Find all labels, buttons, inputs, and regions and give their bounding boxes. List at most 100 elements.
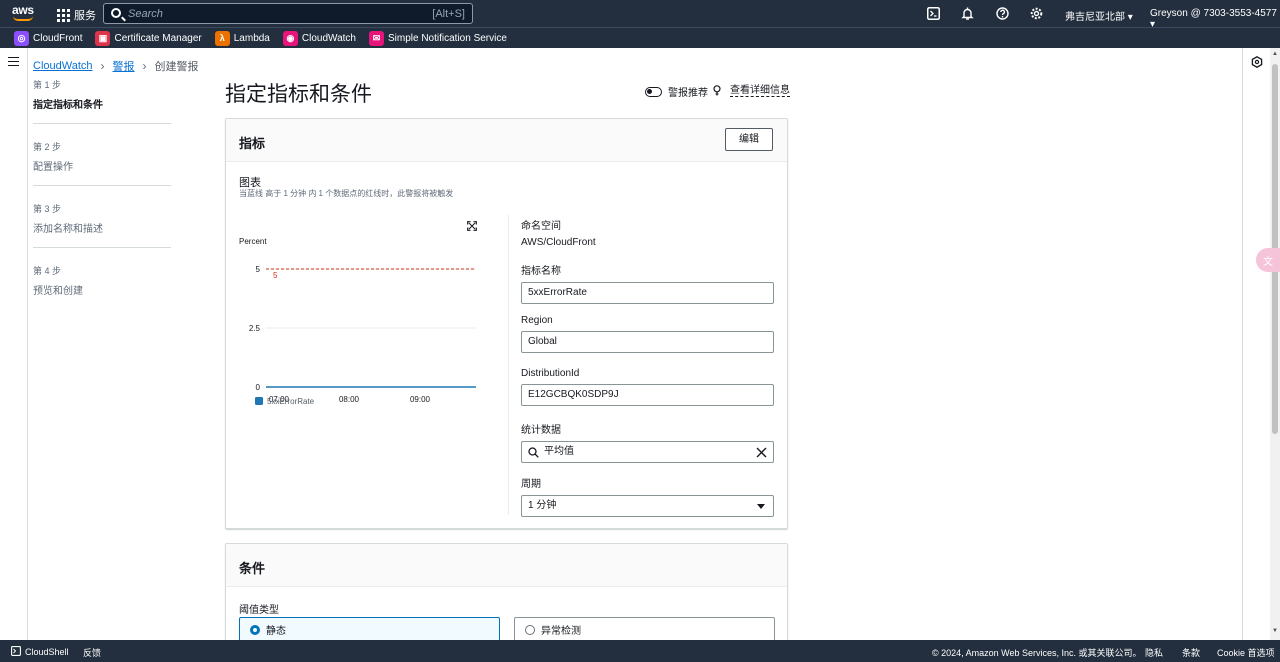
statistic-input[interactable]: 平均值 [521,441,774,463]
settings-gear-icon[interactable] [1029,6,1043,20]
breadcrumb-cloudwatch-link[interactable]: CloudWatch [33,60,93,72]
search-placeholder: Search [128,7,163,20]
alarm-recommendations-label: 警报推荐 [668,88,708,99]
y-tick-label: 2.5 [249,324,261,333]
info-panel-icon[interactable] [1251,56,1263,71]
metric-panel-title: 指标 [239,136,266,151]
cloudfront-icon: ◎ [14,30,29,46]
y-tick-label: 0 [256,383,261,392]
page-scrollbar[interactable]: ▲ ▼ [1270,48,1280,640]
conditions-panel-title: 条件 [239,561,266,576]
menu-hamburger-icon[interactable] [8,57,19,66]
services-menu-button[interactable]: 服务 [57,7,96,23]
sns-icon: ✉ [368,30,384,46]
metric-name-label: 指标名称 [521,266,561,277]
clear-icon[interactable] [756,446,767,466]
period-select[interactable]: 1 分钟 [521,495,774,517]
period-value: 1 分钟 [528,500,557,511]
feedback-link[interactable]: 反馈 [83,646,101,659]
distribution-id-input[interactable]: E12GCBQK0SDP9J [521,384,774,406]
terms-link[interactable]: 条款 [1182,646,1200,659]
cookie-preferences-link[interactable]: Cookie 首选项 [1217,646,1275,659]
right-rail [1242,48,1270,640]
conditions-panel-header: 条件 [226,544,787,587]
aws-smile-icon [13,16,33,21]
search-shortcut: [Alt+S] [432,8,465,20]
region-input[interactable]: Global [521,331,774,353]
services-label: 服务 [74,10,96,22]
search-icon [528,446,539,466]
wizard-step-2: 第 2 步 配置操作 [33,140,171,186]
x-tick-label: 09:00 [410,395,431,404]
radio-unselected-icon [525,624,535,635]
caret-down-icon [757,504,765,509]
chevron-right-icon: › [100,59,105,73]
region-field: Region Global [521,315,774,353]
anomaly-detection-radio[interactable]: 异常检测 [514,617,775,642]
favorite-label: CloudFront [33,32,83,44]
favorite-cloudwatch[interactable]: ◉ CloudWatch [282,30,356,46]
metric-chart: Percent 02.55 07:00 08:00 09:00 5 5xxError… [239,237,476,406]
namespace-value: AWS/CloudFront [521,237,596,248]
metric-panel-header: 指标 编辑 [226,119,787,162]
favorite-label: Simple Notification Service [387,32,507,44]
search-input[interactable]: Search [Alt+S] [103,3,473,24]
notifications-bell-icon[interactable] [960,6,974,20]
wizard-step-4: 第 4 步 预览和创建 [33,264,171,309]
legend-swatch [255,397,263,405]
namespace-field: 命名空间 AWS/CloudFront [521,217,774,248]
step-number: 第 2 步 [33,142,62,152]
lightbulb-icon [713,84,721,99]
aws-logo[interactable]: aws [12,4,36,22]
favorites-bar: ◎ CloudFront ▣ Certificate Manager λ Lam… [0,27,1280,48]
alarm-recommendations-toggle[interactable]: 警报推荐 [645,84,721,99]
region-selector[interactable]: 弗吉尼亚北部 ▾ [1065,8,1133,23]
panel-divider [508,215,509,515]
scroll-down-arrow-icon[interactable]: ▼ [1272,628,1278,634]
distribution-id-field: DistributionId E12GCBQK0SDP9J [521,368,774,406]
favorite-certificate-manager[interactable]: ▣ Certificate Manager [95,30,202,46]
cloudwatch-icon: ◉ [282,30,298,46]
chevron-right-icon: › [142,59,147,73]
step-title: 预览和创建 [33,286,83,297]
y-tick-label: 5 [256,265,261,274]
footer: CloudShell 反馈 © 2024, Amazon Web Service… [0,640,1280,662]
grid-icon [57,8,70,22]
edit-button[interactable]: 编辑 [725,128,773,151]
step-title: 指定指标和条件 [33,100,103,111]
favorite-sns[interactable]: ✉ Simple Notification Service [368,30,507,46]
scroll-up-arrow-icon[interactable]: ▲ [1272,51,1278,57]
toggle-switch-icon[interactable] [645,86,662,97]
y-axis-label: Percent [239,237,267,246]
aws-logo-text: aws [12,3,34,17]
x-tick-label: 08:00 [339,395,360,404]
cloudshell-footer-icon [11,646,21,658]
cloudshell-button[interactable]: CloudShell [11,646,69,658]
help-icon[interactable] [995,6,1009,20]
page-title: 指定指标和条件 [225,83,372,106]
metric-name-input[interactable]: 5xxErrorRate [521,282,774,304]
breadcrumb-current: 创建警报 [154,61,199,73]
threshold-type-label: 阈值类型 [239,605,279,616]
certificate-manager-icon: ▣ [95,30,111,46]
period-field: 周期 1 分钟 [521,475,774,517]
step-title: 配置操作 [33,162,73,173]
breadcrumb-alarms-link[interactable]: 警报 [113,58,135,74]
cloudshell-icon[interactable] [926,6,940,20]
privacy-link[interactable]: 隐私 [1145,646,1163,659]
floating-assistant-icon[interactable]: 文 [1256,248,1280,272]
region-label: Region [521,315,553,326]
conditions-panel: 条件 阈值类型 静态 异常检测 [225,543,788,643]
radio-selected-icon [250,624,260,635]
namespace-label: 命名空间 [521,221,561,232]
statistic-label: 统计数据 [521,425,561,436]
favorite-label: Certificate Manager [114,32,202,44]
step-title: 添加名称和描述 [33,224,103,235]
chart-grid [266,268,476,388]
favorite-cloudfront[interactable]: ◎ CloudFront [14,30,83,46]
step-number: 第 4 步 [33,266,62,276]
static-threshold-radio[interactable]: 静态 [239,617,500,642]
favorite-lambda[interactable]: λ Lambda [214,30,270,46]
view-details-link[interactable]: 查看详细信息 [730,85,790,97]
step-number: 第 1 步 [33,80,62,90]
